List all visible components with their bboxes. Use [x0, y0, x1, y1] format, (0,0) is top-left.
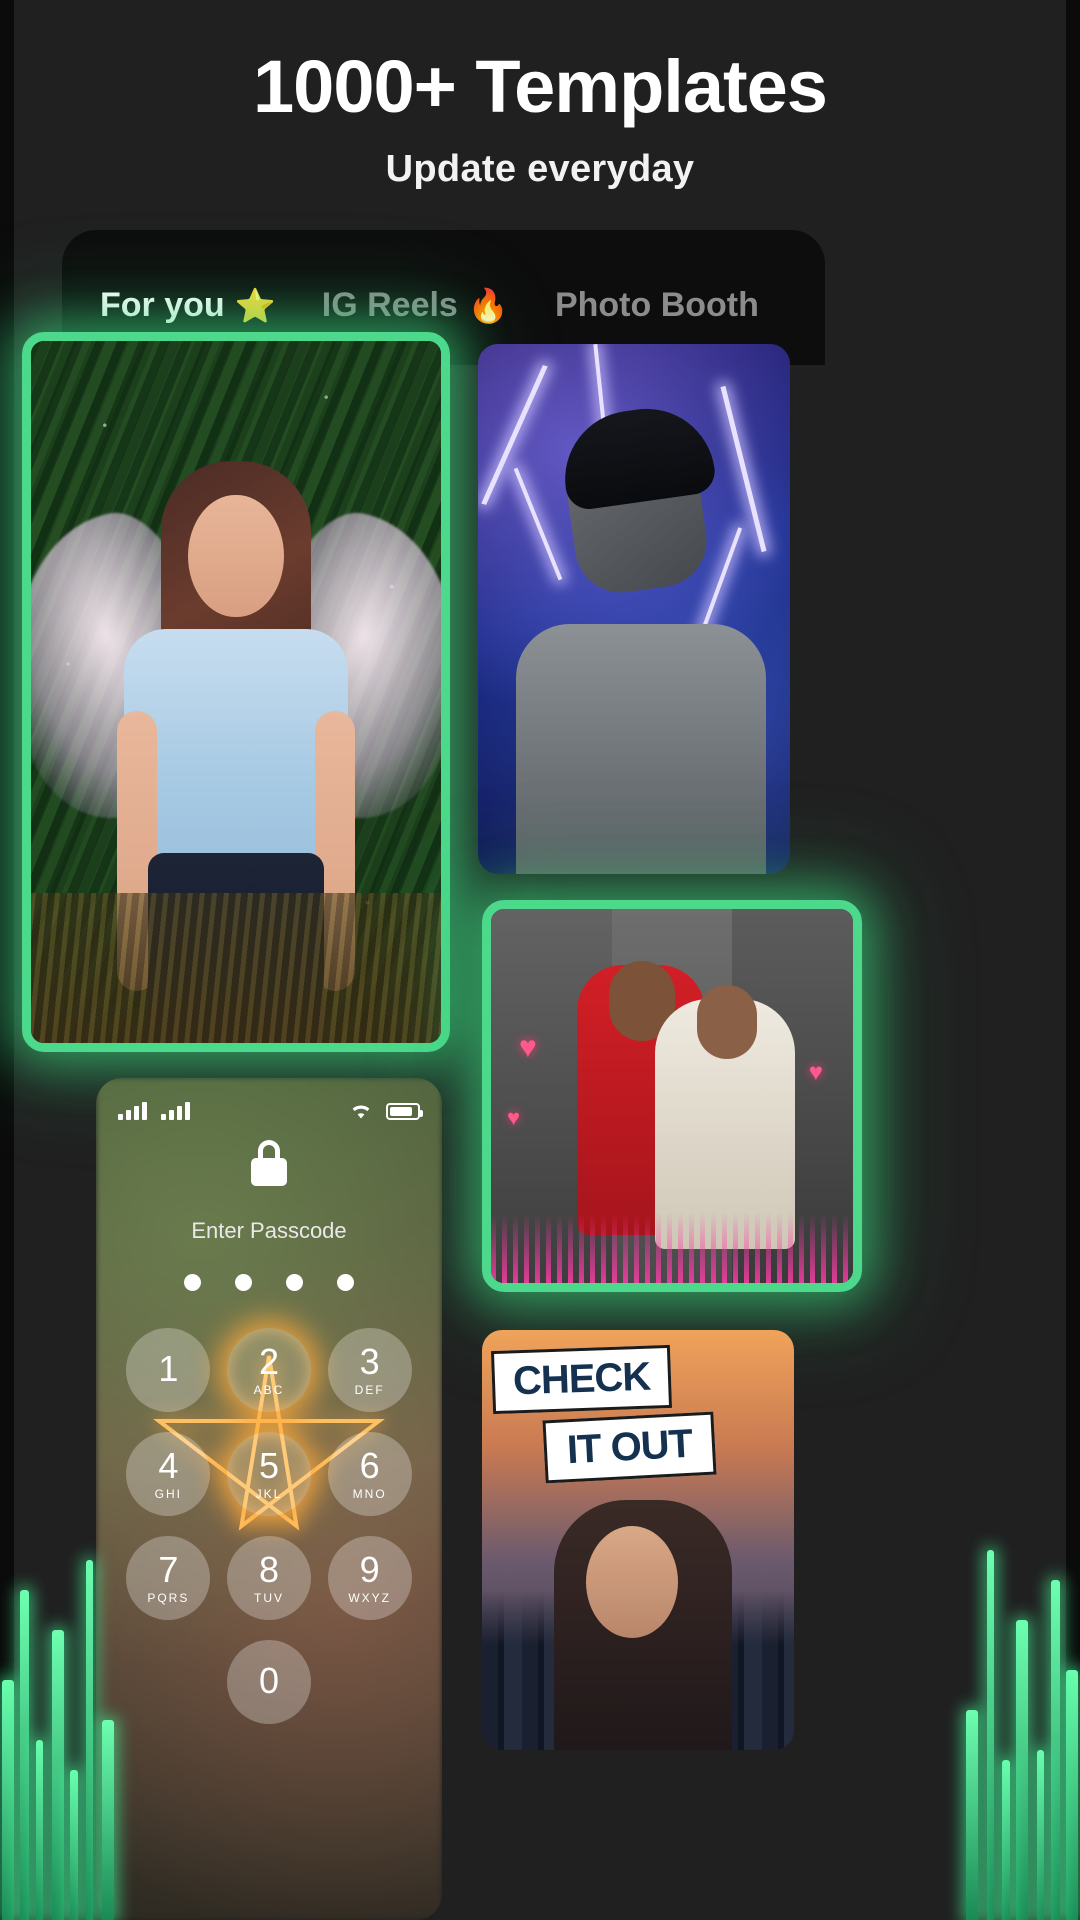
key-letters: DEF	[354, 1382, 385, 1397]
check-subject-face	[586, 1526, 678, 1638]
tab-for-you[interactable]: For you ⭐	[100, 286, 276, 351]
keypad-key-1[interactable]: 1	[126, 1328, 211, 1412]
key-letters: JKL	[255, 1486, 283, 1501]
keypad-key-2[interactable]: 2 ABC	[226, 1328, 311, 1412]
keypad-key-0[interactable]: 0	[226, 1640, 311, 1724]
signal-group	[118, 1102, 190, 1120]
app-preview-screen: 1000+ Templates Update everyday For you …	[0, 0, 1080, 1920]
template-card-couple-collage[interactable]: ♥ ♥ ♥	[482, 900, 862, 1292]
key-letters: MNO	[352, 1486, 387, 1501]
keypad-key-5[interactable]: 5 JKL	[226, 1432, 311, 1516]
equalizer-overlay	[491, 1213, 853, 1283]
heart-icon: ♥	[507, 1105, 521, 1130]
subject-face	[188, 495, 284, 617]
template-card-check-it-out[interactable]: CHECK IT OUT	[482, 1330, 794, 1750]
template-grid: ♥ ♥ ♥ Enter Passcode 1 2 ABC 3 DEF 4 GHI…	[0, 330, 1080, 1920]
page-title: 1000+ Templates	[253, 45, 828, 128]
passcode-keypad: 1 2 ABC 3 DEF 4 GHI 5 JKL 6 MNO 7 PQRS 8…	[96, 1328, 442, 1724]
wifi-icon	[352, 1105, 370, 1119]
key-number: 9	[359, 1548, 380, 1590]
fire-icon: 🔥	[467, 287, 509, 324]
tab-ig-reels-label: IG Reels	[321, 286, 458, 324]
key-number: 7	[158, 1548, 179, 1590]
forest-floor	[31, 893, 441, 1043]
lightning-subject-body	[516, 624, 766, 874]
tab-for-you-label: For you	[100, 286, 225, 324]
tab-photo-booth-label: Photo Booth	[554, 286, 759, 324]
template-card-fairy-forest[interactable]	[22, 332, 450, 1052]
passcode-dot	[235, 1274, 252, 1291]
heart-icon: ♥	[808, 1059, 823, 1086]
couple-woman-face	[697, 985, 757, 1059]
keypad-key-6[interactable]: 6 MNO	[327, 1432, 412, 1516]
header: 1000+ Templates Update everyday	[0, 0, 1080, 230]
key-number: 6	[359, 1444, 380, 1486]
check-word-2: IT OUT	[542, 1411, 717, 1484]
star-icon: ⭐	[234, 287, 276, 324]
passcode-dot	[337, 1274, 354, 1291]
passcode-label: Enter Passcode	[191, 1218, 347, 1243]
key-number: 1	[158, 1347, 179, 1389]
keypad-key-7[interactable]: 7 PQRS	[126, 1536, 211, 1620]
heart-icon: ♥	[519, 1031, 537, 1064]
key-number: 3	[359, 1340, 380, 1382]
key-number: 2	[258, 1340, 279, 1382]
key-letters: PQRS	[147, 1590, 190, 1605]
template-card-lightning[interactable]	[478, 344, 790, 874]
key-number: 8	[258, 1548, 279, 1590]
battery-icon	[386, 1102, 423, 1120]
check-word-1-text: CHECK	[512, 1354, 651, 1404]
keypad-key-3[interactable]: 3 DEF	[327, 1328, 412, 1412]
keypad-key-8[interactable]: 8 TUV	[226, 1536, 311, 1620]
lock-icon	[249, 1140, 289, 1186]
keypad-key-4[interactable]: 4 GHI	[126, 1432, 211, 1516]
key-number: 5	[258, 1444, 279, 1486]
page-subtitle: Update everyday	[385, 147, 695, 190]
key-number: 4	[158, 1444, 179, 1486]
key-letters: TUV	[253, 1590, 284, 1605]
template-card-lockscreen[interactable]: Enter Passcode 1 2 ABC 3 DEF 4 GHI 5 JKL…	[96, 1078, 442, 1920]
tab-photo-booth[interactable]: Photo Booth	[555, 286, 759, 325]
status-right	[348, 1101, 423, 1121]
key-letters: GHI	[154, 1486, 182, 1501]
check-word-2-text: IT OUT	[565, 1421, 694, 1473]
passcode-dot	[184, 1274, 201, 1291]
passcode-dot	[286, 1274, 303, 1291]
signal-icon	[118, 1102, 147, 1120]
signal-icon	[161, 1102, 190, 1120]
check-word-1: CHECK	[490, 1344, 673, 1415]
status-bar	[96, 1096, 442, 1126]
key-letters: ABC	[253, 1382, 285, 1397]
tab-ig-reels[interactable]: IG Reels 🔥	[322, 286, 509, 325]
key-letters: WXYZ	[348, 1590, 391, 1605]
keypad-key-9[interactable]: 9 WXYZ	[327, 1536, 412, 1620]
key-number: 0	[258, 1659, 279, 1701]
passcode-dots	[96, 1274, 442, 1291]
tab-bar: For you ⭐ IG Reels 🔥 Photo Booth	[62, 286, 825, 351]
